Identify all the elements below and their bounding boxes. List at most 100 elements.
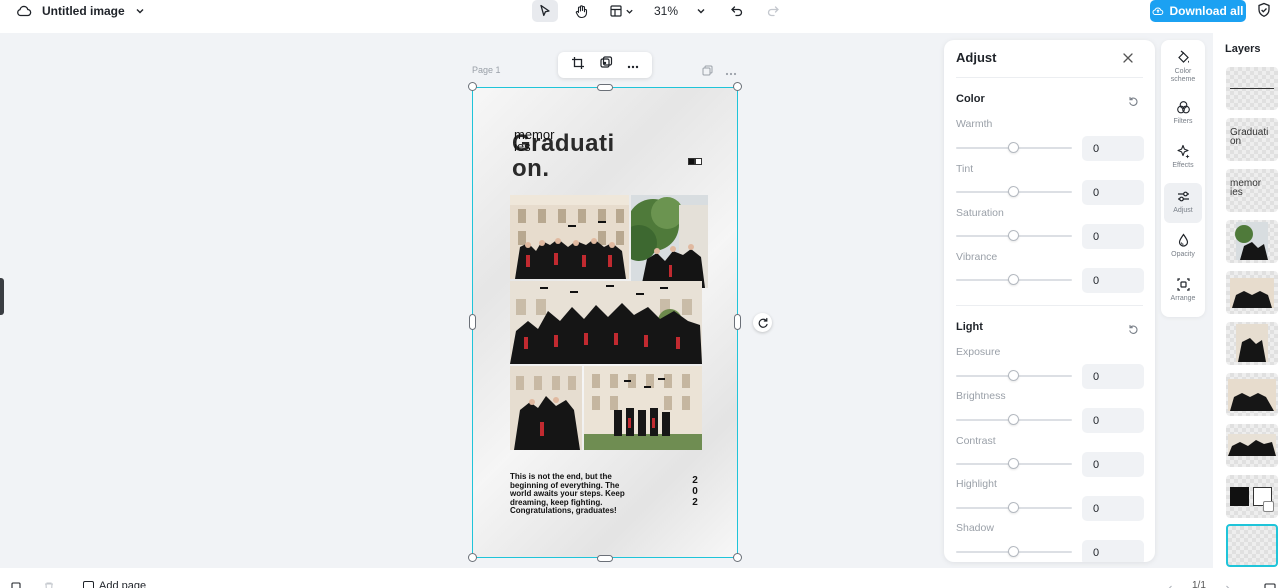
art-decor-squares [688,158,702,165]
upload-cloud-icon [1152,7,1164,15]
photo-building-wide[interactable] [584,366,702,450]
saturation-slider-thumb[interactable] [1008,230,1019,241]
brightness-value-input[interactable]: 0 [1082,408,1144,433]
layer-item-photo-building[interactable] [1226,271,1278,314]
reset-icon[interactable] [1128,94,1139,112]
art-title-line-2: on. [512,155,550,182]
arrange-button[interactable]: Arrange [1164,271,1202,311]
sparkle-icon [1176,144,1189,159]
resize-handle-bottom-left[interactable] [468,553,477,562]
resize-handle-left[interactable] [469,314,476,330]
duplicate-page-icon [1263,501,1274,512]
effects-label: Effects [1172,162,1194,169]
title-area: Untitled image [16,0,145,22]
filters-button[interactable]: Filters [1164,94,1202,134]
highlight-slider-thumb[interactable] [1008,502,1019,513]
shield-icon[interactable] [1256,2,1272,23]
resize-handle-bottom[interactable] [597,555,613,562]
crop-icon[interactable] [571,56,585,75]
contrast-slider-thumb[interactable] [1008,458,1019,469]
opacity-button[interactable]: Opacity [1164,227,1202,267]
more-options-icon[interactable] [725,63,737,81]
undo-button[interactable] [724,0,750,22]
exposure-slider-thumb[interactable] [1008,370,1019,381]
document-title[interactable]: Untitled image [42,4,125,18]
art-body-text: This is not the end, but the beginning o… [510,472,625,515]
chevron-down-icon [625,9,633,14]
layer-item-background[interactable] [1226,524,1278,567]
reset-icon[interactable] [1128,322,1139,340]
art-year-text: 202 [692,475,698,508]
layer-item-photo-single[interactable] [1226,322,1278,365]
layer-photo-preview [1235,222,1268,260]
download-all-button[interactable]: Download all [1150,0,1246,22]
tint-slider-thumb[interactable] [1008,186,1019,197]
layer-item-title-text[interactable]: Graduati on [1226,118,1278,161]
add-page-button[interactable]: Add page [83,580,146,588]
rotate-handle[interactable] [753,313,772,332]
highlight-label: Highlight [956,478,997,490]
contrast-value-input[interactable]: 0 [1082,452,1144,477]
layer-item-photo-tree[interactable] [1226,220,1278,263]
duplicate-page-icon[interactable] [702,63,713,81]
layer-item-squares[interactable] [1226,475,1278,518]
grid-view-icon[interactable] [1264,580,1276,588]
tint-label: Tint [956,163,974,175]
left-panel-toggle[interactable] [0,278,4,315]
resize-handle-top-left[interactable] [468,82,477,91]
adjust-panel-title: Adjust [956,50,997,65]
zoom-level[interactable]: 31% [654,4,678,18]
zoom-dropdown[interactable] [688,0,714,22]
page-actions [702,63,737,81]
adjust-button[interactable]: Adjust [1164,183,1202,223]
next-page-icon[interactable] [1224,580,1232,588]
trash-icon[interactable] [43,580,55,588]
resize-handle-right[interactable] [734,314,741,330]
tint-value-input[interactable]: 0 [1082,180,1144,205]
layer-photo-preview [1228,434,1276,456]
redo-button[interactable] [760,0,786,22]
chevron-down-icon[interactable] [135,6,145,16]
add-page-icon [83,580,94,588]
warmth-value-input[interactable]: 0 [1082,136,1144,161]
exposure-label: Exposure [956,346,1001,358]
hand-tool-button[interactable] [568,0,594,22]
select-tool-button[interactable] [532,0,558,22]
layout-menu-button[interactable] [604,0,638,22]
add-page-label: Add page [99,580,147,588]
resize-handle-top[interactable] [597,84,613,91]
brightness-slider-thumb[interactable] [1008,414,1019,425]
layer-item-overlay-text[interactable]: memor ies [1226,169,1278,212]
shadow-value-input[interactable]: 0 [1082,540,1144,562]
vibrance-slider-thumb[interactable] [1008,274,1019,285]
prev-page-icon[interactable] [1166,580,1174,588]
artboard[interactable]: Graduati on. memor ies This is not the e… [472,87,738,558]
photo-tree-group[interactable] [631,195,708,288]
resize-handle-top-right[interactable] [733,82,742,91]
layer-item-photo-caps[interactable] [1226,424,1278,467]
resize-handle-bottom-right[interactable] [733,553,742,562]
pages-icon[interactable] [11,580,23,588]
photo-building-group[interactable] [510,195,629,279]
highlight-value-input[interactable]: 0 [1082,496,1144,521]
photo-caps-toss[interactable] [510,281,702,364]
effects-button[interactable]: Effects [1164,138,1202,178]
cloud-icon[interactable] [16,3,32,19]
shadow-label: Shadow [956,522,994,534]
vibrance-value-input[interactable]: 0 [1082,268,1144,293]
layer-photo-preview [1230,278,1274,308]
more-options-icon[interactable] [627,56,639,74]
layer-item-photo-group[interactable] [1226,373,1278,416]
top-bar: Untitled image 31% Download all [0,0,1280,33]
photo-single-toss[interactable] [510,366,582,450]
shadow-slider-thumb[interactable] [1008,546,1019,557]
layer-item-line[interactable] [1226,67,1278,110]
warmth-slider-thumb[interactable] [1008,142,1019,153]
saturation-value-input[interactable]: 0 [1082,224,1144,249]
color-scheme-button[interactable]: Color scheme [1164,44,1202,84]
layout-icon [609,5,622,17]
exposure-value-input[interactable]: 0 [1082,364,1144,389]
layer-text-line-2: ies [1230,187,1243,198]
close-icon[interactable] [1122,51,1134,69]
replace-image-icon[interactable] [599,55,613,75]
